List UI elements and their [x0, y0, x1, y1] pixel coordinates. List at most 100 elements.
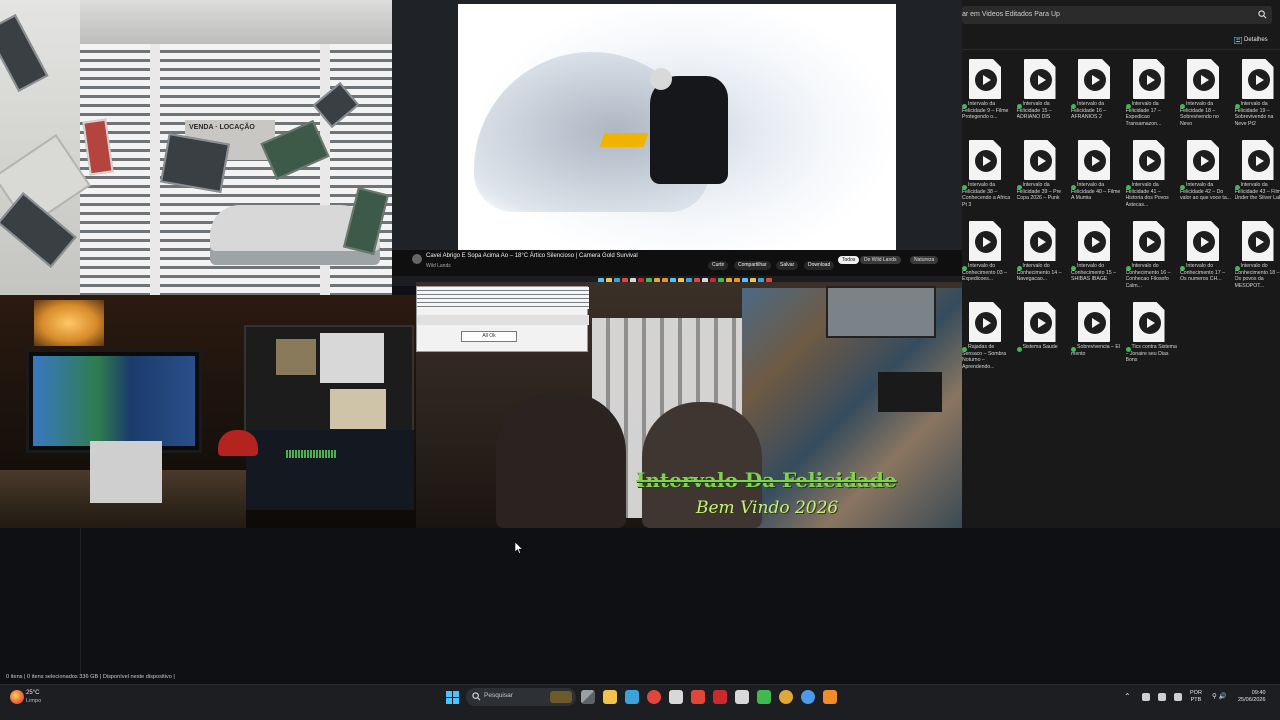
channel-name[interactable]: Wild Lands: [426, 263, 451, 269]
vlc-icon[interactable]: [823, 690, 837, 704]
details-view-icon[interactable]: [1234, 37, 1242, 44]
chrome-profile-2-icon[interactable]: [779, 690, 793, 704]
video-file[interactable]: Tics contra Sistema – Jonaire seu Dias B…: [1125, 300, 1178, 380]
video-file[interactable]: Intervalo do Conhecimento 14 – Navegacao…: [1016, 219, 1069, 299]
video-file[interactable]: Intervalo da Felicidade 42 – Do valor ao…: [1180, 138, 1232, 218]
edge-icon[interactable]: [625, 690, 639, 704]
share-button[interactable]: Compartilhar: [734, 261, 771, 270]
address-bar[interactable]: ar em Videos Editados Para Up: [962, 6, 1272, 24]
opera-icon[interactable]: [713, 690, 727, 704]
mouse-cursor-icon: [515, 542, 523, 554]
chip-nature[interactable]: Natureza: [910, 256, 939, 264]
clock[interactable]: 09:40 25/06/2026: [1238, 690, 1266, 704]
language-indicator[interactable]: POR PTB: [1190, 690, 1202, 704]
file-name: Intervalo da Felicidade 40 – Filme A Mum…: [1071, 182, 1121, 202]
chip-channel[interactable]: De Wild Lands: [860, 256, 901, 264]
video-file[interactable]: Intervalo da Felicidade 39 – Pre Copa 20…: [1016, 138, 1069, 218]
video-file[interactable]: Sistema Saude: [1016, 300, 1069, 380]
weather-icon[interactable]: [10, 690, 24, 704]
start-button[interactable]: [446, 691, 460, 705]
video-file[interactable]: Intervalo do Conhecimento 17 – Os numero…: [1180, 219, 1232, 299]
video-file[interactable]: Intervalo da Felicidade 43 – Filme Under…: [1234, 138, 1280, 218]
video-file[interactable]: Intervalo da Felicidade 38 – Conhecendo …: [962, 138, 1014, 218]
photos-icon[interactable]: [691, 690, 705, 704]
tray-bluetooth-icon[interactable]: [1174, 693, 1182, 701]
file-name: Intervalo da Felicidade 17 – Expedicao T…: [1125, 101, 1162, 127]
weather-temperature[interactable]: 25°C: [26, 690, 39, 696]
network-volume-icon[interactable]: ⚲ 🔊: [1212, 692, 1227, 700]
file-explorer-icon[interactable]: [603, 690, 617, 704]
search-placeholder[interactable]: Pesquisar: [484, 692, 513, 699]
save-button[interactable]: Salvar: [776, 261, 799, 270]
gate-post: [150, 44, 160, 295]
play-icon: [1247, 231, 1270, 253]
search-icon[interactable]: [1258, 10, 1267, 19]
tray-overflow-icon[interactable]: ⌃: [1124, 692, 1131, 701]
preview-pane: [330, 389, 386, 429]
play-icon: [1084, 312, 1106, 334]
file-name: Intervalo da Felicidade 9 – Filme Proteg…: [962, 101, 1009, 121]
details-button[interactable]: Detalhes: [1244, 37, 1268, 43]
file-name: Intervalo da Felicidade 42 – Do valor ao…: [1180, 182, 1232, 202]
video-file[interactable]: Intervalo da Felicidade 19 – Sobrevivend…: [1234, 57, 1280, 137]
wall-tv: [826, 286, 936, 338]
like-button[interactable]: Curtir: [708, 261, 729, 270]
file-name: Intervalo da Felicidade 15 – ADRIANO DIS: [1016, 101, 1052, 121]
video-file[interactable]: Intervalo da Felicidade 9 – Filme Proteg…: [962, 57, 1014, 137]
file-name: Sistema Saude: [1022, 344, 1058, 350]
audio-waveform: [286, 450, 336, 458]
steam-icon[interactable]: [735, 690, 749, 704]
video-file[interactable]: Intervalo do Conhecimento 16 – Conhecao …: [1125, 219, 1178, 299]
explorer-status-bar: 0 itens | 0 itens selecionados 336 GB | …: [6, 674, 175, 680]
taskbar-search[interactable]: Pesquisar: [466, 688, 576, 706]
file-name: Intervalo do Conhecimento 17 – Os numero…: [1180, 263, 1225, 283]
file-name: Intervalo do Conhecimento 14 – Navegacao…: [1016, 263, 1062, 283]
youtube-player[interactable]: [392, 0, 962, 250]
play-icon: [975, 312, 997, 334]
video-file[interactable]: Intervalo da Felicidade 16 – AFRANIOS 2: [1071, 57, 1123, 137]
download-button[interactable]: Download: [804, 261, 835, 270]
video-file[interactable]: Intervalo da Felicidade 17 – Expedicao T…: [1125, 57, 1178, 137]
video-file[interactable]: Intervalo da Felicidade 18 – Sobrevivend…: [1180, 57, 1232, 137]
windows-taskbar: 25°C Limpo Pesquisar ⌃ POR PTB ⚲ 🔊 09:40…: [0, 684, 1280, 720]
play-icon: [1138, 231, 1161, 253]
keyboard-layout: PTB: [1190, 697, 1202, 703]
tray-app-icon[interactable]: [1158, 693, 1166, 701]
overlay-subtitle: Bem Vindo 2026: [696, 498, 839, 518]
chrome-profile-3-icon[interactable]: [801, 690, 815, 704]
address-path[interactable]: ar em Videos Editados Para Up: [962, 11, 1060, 18]
weather-condition[interactable]: Limpo: [26, 698, 41, 704]
channel-avatar[interactable]: [412, 254, 422, 264]
search-icon: [472, 692, 481, 701]
clock-date: 25/06/2026: [1238, 697, 1266, 703]
camera-feed-studio: [0, 295, 416, 528]
ok-button[interactable]: All Ok: [461, 331, 517, 342]
spotify-icon[interactable]: [757, 690, 771, 704]
file-name: Intervalo da Felicidade 41 – Historia do…: [1125, 182, 1169, 208]
video-file[interactable]: Intervalo da Felicidade 40 – Filme A Mum…: [1071, 138, 1123, 218]
clock-time: 09:40: [1251, 690, 1266, 696]
dialog-preview: [417, 287, 589, 309]
chrome-icon[interactable]: [647, 690, 661, 704]
play-icon: [1247, 150, 1270, 172]
play-icon: [1084, 69, 1106, 91]
video-file[interactable]: Sobrevivencia – El mento: [1071, 300, 1123, 380]
video-file[interactable]: Intervalo da Felicidade 41 – Historia do…: [1125, 138, 1178, 218]
video-file[interactable]: Rajadas de Sensaco – Sombra Noturno – Ap…: [962, 300, 1014, 380]
video-file[interactable]: Intervalo da Felicidade 15 – ADRIANO DIS: [1016, 57, 1069, 137]
popup-dialog: All Ok: [416, 286, 589, 352]
shovel: [599, 133, 649, 147]
file-name: Intervalo da Felicidade 43 – Filme Under…: [1234, 182, 1280, 202]
video-file[interactable]: Intervalo do Conhecimento 03 – Expedicoe…: [962, 219, 1014, 299]
video-file[interactable]: Intervalo do Conhecimento 18 – Os povos …: [1234, 219, 1280, 299]
monitor-left: [26, 349, 202, 453]
chip-all[interactable]: Todos: [838, 256, 860, 264]
task-view-icon[interactable]: [581, 690, 595, 704]
lamp: [34, 300, 104, 346]
language-code: POR: [1190, 690, 1202, 696]
tray-app-icon[interactable]: [1142, 693, 1150, 701]
video-file[interactable]: Intervalo do Conhecimento 15 – SHIBAS IB…: [1071, 219, 1123, 299]
store-icon[interactable]: [669, 690, 683, 704]
camera-feed-gate: VENDA · LOCAÇÃO: [0, 0, 392, 295]
person-head: [650, 68, 672, 90]
